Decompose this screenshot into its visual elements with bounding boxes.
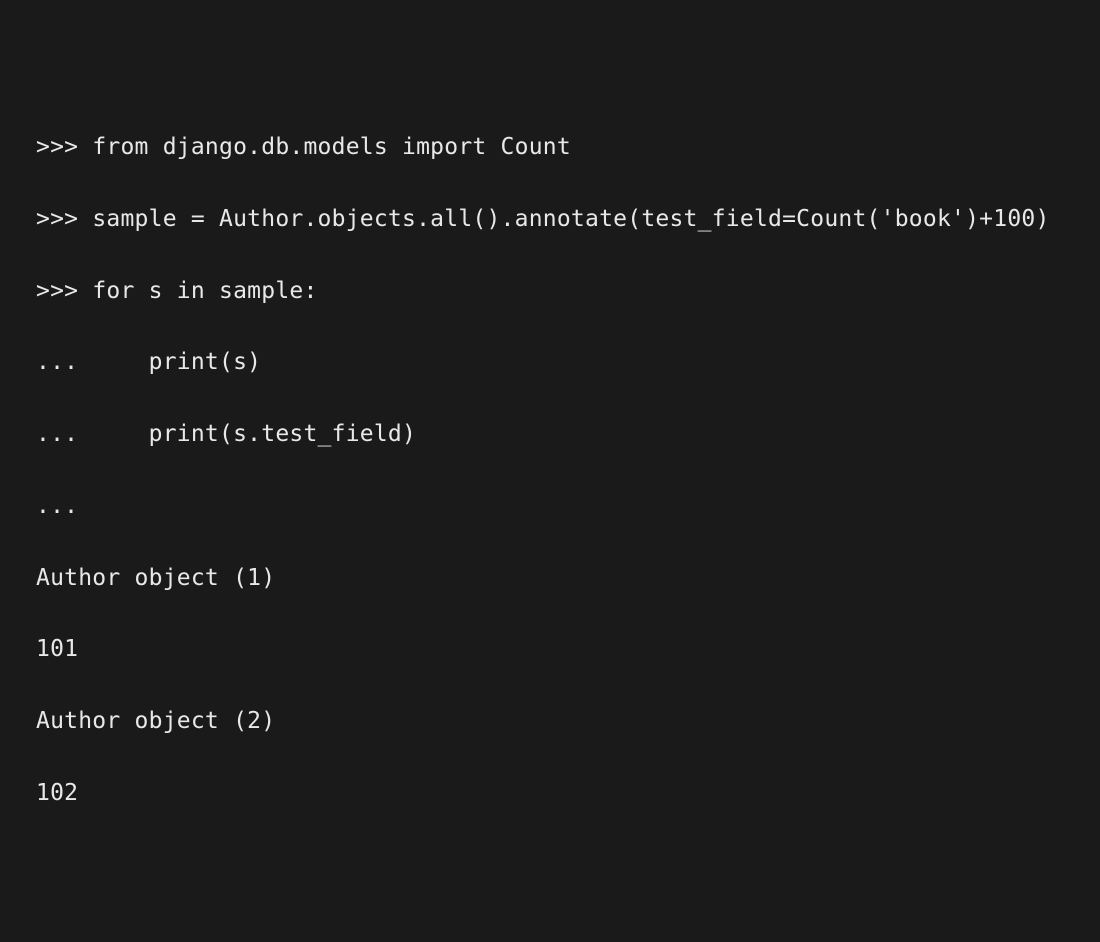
repl-output-line: Author object (2) (36, 704, 1064, 740)
repl-input: for s in sample: (92, 278, 317, 304)
repl-continuation-prompt: ... (36, 349, 149, 375)
repl-output-line: 101 (36, 632, 1064, 668)
repl-output: Author object (2) (36, 708, 275, 734)
repl-continuation-prompt: ... (36, 493, 92, 519)
terminal-output[interactable]: >>> from django.db.models import Count >… (36, 94, 1064, 847)
repl-line: ... print(s) (36, 345, 1064, 381)
repl-input: print(s) (149, 349, 262, 375)
repl-prompt: >>> (36, 134, 92, 160)
repl-output: 101 (36, 636, 78, 662)
repl-output-line: Author object (1) (36, 561, 1064, 597)
repl-line: >>> sample = Author.objects.all().annota… (36, 202, 1064, 238)
repl-line: >>> for s in sample: (36, 274, 1064, 310)
repl-output: 102 (36, 780, 78, 806)
repl-input: print(s.test_field) (149, 421, 416, 447)
repl-prompt: >>> (36, 206, 92, 232)
repl-input: sample = Author.objects.all().annotate(t… (92, 206, 1049, 232)
repl-prompt: >>> (36, 278, 92, 304)
repl-output-line: 102 (36, 776, 1064, 812)
repl-input: from django.db.models import Count (92, 134, 571, 160)
repl-output: Author object (1) (36, 565, 275, 591)
repl-line: ... print(s.test_field) (36, 417, 1064, 453)
repl-continuation-prompt: ... (36, 421, 149, 447)
repl-line: >>> from django.db.models import Count (36, 130, 1064, 166)
repl-line: ... (36, 489, 1064, 525)
